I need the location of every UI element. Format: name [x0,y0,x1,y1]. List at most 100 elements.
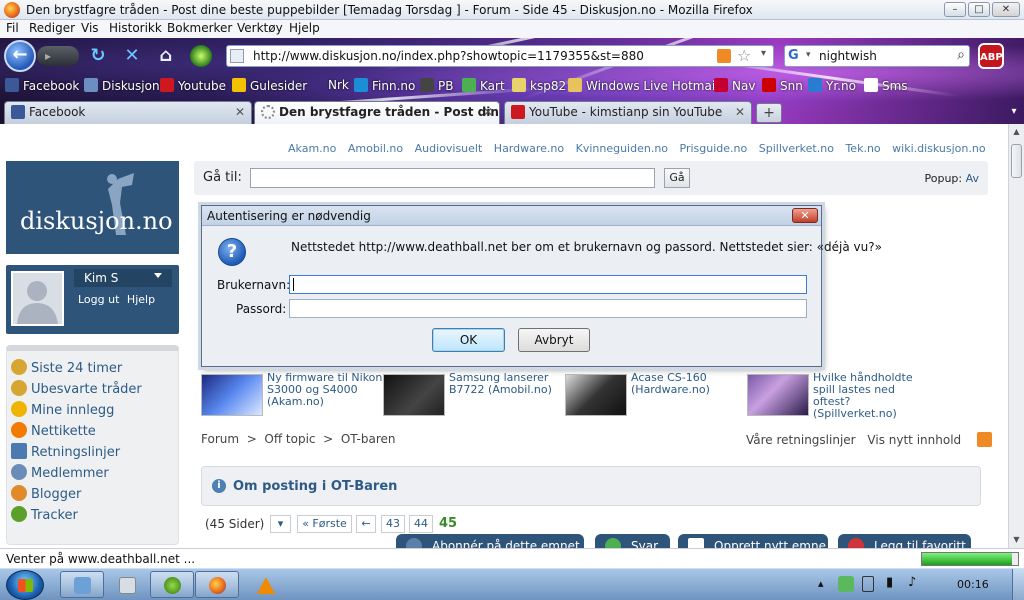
close-window-button[interactable]: ✕ [992,2,1020,17]
security-tray-icon[interactable] [838,576,854,592]
tab-facebook[interactable]: Facebook ✕ [4,101,252,124]
scroll-down-icon[interactable]: ▼ [1009,532,1024,548]
maximize-button[interactable]: □ [968,2,990,17]
taskbar-people[interactable] [60,571,104,598]
avatar[interactable] [11,271,64,326]
url-dropdown-icon[interactable]: ▾ [761,48,766,59]
page-43-button[interactable]: 43 [381,515,405,533]
menu-tools[interactable]: Verktøy [237,21,283,35]
home-icon[interactable]: ⌂ [155,45,177,67]
ad-image[interactable] [383,374,445,416]
sidebar-item-guidelines[interactable]: Retningslinjer [11,443,120,460]
bookmark-snn[interactable]: Snn [762,78,803,93]
device-tray-icon[interactable] [862,576,874,592]
search-icon[interactable]: ⌕ [957,47,965,63]
ad-image[interactable] [201,374,263,416]
page-scrollbar[interactable]: ▲ ▼ [1008,124,1024,548]
search-engine-dropdown-icon[interactable]: ▾ [806,50,811,60]
user-menu[interactable]: Kim S [74,269,172,287]
bookmark-finn[interactable]: Finn.no [354,78,415,93]
stop-icon[interactable]: ✕ [121,45,143,67]
reply-button[interactable]: Svar [595,534,670,548]
forward-button[interactable]: ▸ [37,46,79,66]
tab-close-icon[interactable]: ✕ [483,102,493,123]
bookmark-nav[interactable]: Nav [714,78,755,93]
goto-button[interactable]: Gå [664,168,690,188]
dialog-close-button[interactable]: ✕ [792,208,818,223]
bookmark-diskusjon[interactable]: Diskusjon [84,78,160,93]
page-44-button[interactable]: 44 [409,515,433,533]
link-audiovisuelt[interactable]: Audiovisuelt [415,142,483,155]
first-page-button[interactable]: « Første [297,515,352,533]
menu-view[interactable]: Vis [81,21,99,35]
start-button[interactable] [6,570,44,600]
forum-notice[interactable]: i Om posting i OT-Baren [201,466,981,506]
search-input[interactable]: nightwish [819,49,877,63]
link-wiki[interactable]: wiki.diskusjon.no [892,142,985,155]
rss-feed-icon[interactable] [717,49,731,63]
link-akam[interactable]: Akam.no [288,142,336,155]
ok-button[interactable]: OK [432,328,505,352]
ad-image[interactable] [565,374,627,416]
bookmark-ksp82[interactable]: ksp82 [512,78,566,93]
new-topic-button[interactable]: Opprett nytt emne [678,534,828,548]
help-link[interactable]: Hjelp [127,293,155,306]
sidebar-item-members[interactable]: Medlemmer [11,464,109,481]
back-button[interactable]: ← [4,40,36,72]
ad-text[interactable]: Samsung lanserer B7722 (Amobil.no) [449,372,552,396]
guidelines-link[interactable]: Våre retningslinjer [746,433,856,447]
taskbar-firefox[interactable] [195,571,239,598]
menu-help[interactable]: Hjelp [289,21,320,35]
menu-edit[interactable]: Rediger [29,21,75,35]
page-jump-dropdown[interactable]: ▾ [270,515,291,533]
ad-text[interactable]: Acase CS-160 (Hardware.no) [631,372,710,396]
username-field[interactable] [289,275,807,294]
bookmark-hotmail[interactable]: Windows Live Hotmail [568,78,718,93]
notice-title[interactable]: Om posting i OT-Baren [233,479,397,494]
minimize-button[interactable]: – [944,2,966,17]
scroll-up-icon[interactable]: ▲ [1009,124,1024,140]
goto-input[interactable] [250,168,655,188]
ad-text[interactable]: Hvilke håndholdte spill lastes ned oftest?… [813,372,913,420]
breadcrumb-off-topic[interactable]: Off topic [264,432,315,446]
breadcrumb-ot-baren[interactable]: OT-baren [341,432,396,446]
search-bar[interactable]: G ▾ nightwish ⌕ [784,45,970,67]
taskbar-vlc[interactable] [243,571,287,598]
sidebar-item-my-posts[interactable]: Mine innlegg [11,401,114,418]
link-amobil[interactable]: Amobil.no [348,142,403,155]
ad-image[interactable] [747,374,809,416]
adblock-icon[interactable]: ABP [978,43,1004,69]
network-signal-icon[interactable]: ▮ [886,575,893,590]
tab-active-thread[interactable]: Den brystfagre tråden - Post dine... ✕ [254,101,500,124]
sidebar-item-netiquette[interactable]: Nettikette [11,422,96,439]
menu-file[interactable]: Fil [6,21,19,35]
taskbar-calculator[interactable] [105,571,149,598]
menu-history[interactable]: Historikk [109,21,162,35]
tray-expand-icon[interactable]: ▴ [818,577,824,590]
bookmark-sms[interactable]: Sms [864,78,908,93]
ad-text[interactable]: Ny firmware til Nikon S3000 og S4000 (Akam… [267,372,382,408]
url-text[interactable]: http://www.diskusjon.no/index.php?showto… [253,49,644,63]
sidebar-item-last24h[interactable]: Siste 24 timer [11,359,122,376]
sidebar-item-unanswered[interactable]: Ubesvarte tråder [11,380,142,397]
password-field[interactable] [289,299,807,318]
subscribe-button[interactable]: Abonnér på dette emnet [396,534,584,548]
bookmark-kart[interactable]: Kart [462,78,505,93]
tab-youtube[interactable]: YouTube - kimstianp sin YouTube ✕ [504,101,752,124]
popup-toggle[interactable]: Av [966,172,979,185]
cancel-button[interactable]: Avbryt [518,328,590,352]
site-logo[interactable]: diskusjon.no [6,161,179,254]
menu-bookmarks[interactable]: Bokmerker [167,21,232,35]
bookmark-youtube[interactable]: Youtube [160,78,226,93]
link-kvinneguiden[interactable]: Kvinneguiden.no [576,142,668,155]
bookmark-facebook[interactable]: Facebook [5,78,79,93]
taskbar-spotify[interactable] [150,571,194,598]
breadcrumb-forum[interactable]: Forum [201,432,239,446]
logout-link[interactable]: Logg ut [78,293,119,306]
scroll-thumb[interactable] [1011,144,1022,178]
show-desktop-button[interactable] [1012,569,1024,600]
sidebar-item-blogs[interactable]: Blogger [11,485,81,502]
bookmark-pb[interactable]: PB [420,78,453,93]
new-tab-button[interactable]: + [756,103,782,123]
link-prisguide[interactable]: Prisguide.no [680,142,748,155]
